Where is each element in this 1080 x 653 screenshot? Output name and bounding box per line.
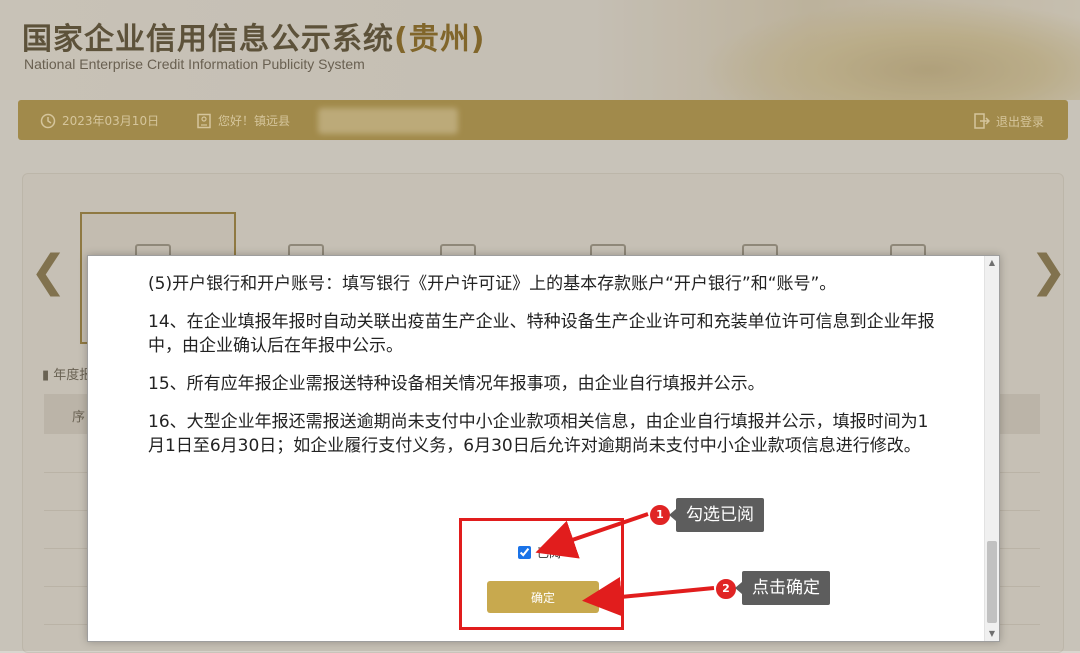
notice-paragraph: (5)开户银行和开户账号：填写银行《开户许可证》上的基本存款账户“开户银行”和“… (148, 274, 837, 294)
step-badge-1: 1 (649, 504, 671, 526)
notice-content: (5)开户银行和开户账号：填写银行《开户许可证》上的基本存款账户“开户银行”和“… (148, 272, 938, 472)
scroll-down-icon[interactable]: ▼ (985, 627, 999, 641)
notice-paragraph: 15、所有应年报企业需报送特种设备相关情况年报事项，由企业自行填报并公示。 (148, 374, 765, 394)
notice-paragraph: 16、大型企业年报还需报送逾期尚未支付中小企业款项相关信息，由企业自行填报并公示… (148, 412, 929, 456)
callout-click-confirm: 点击确定 (735, 571, 830, 605)
dialog-scrollbar[interactable]: ▲ ▼ (984, 256, 999, 641)
step-badge-2: 2 (715, 578, 737, 600)
callout-check-read: 勾选已阅 (669, 498, 764, 532)
scroll-up-icon[interactable]: ▲ (985, 256, 999, 270)
notice-paragraph: 14、在企业填报年报时自动关联出疫苗生产企业、特种设备生产企业许可和充装单位许可… (148, 312, 935, 356)
scroll-thumb[interactable] (987, 541, 997, 623)
annotation-highlight-box (459, 518, 624, 630)
